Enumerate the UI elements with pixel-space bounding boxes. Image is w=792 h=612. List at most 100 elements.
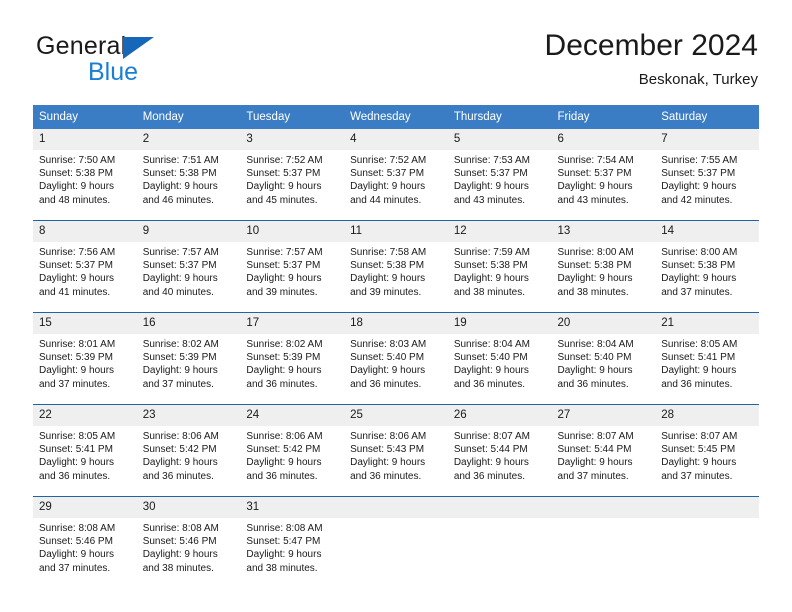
daylight-text-line1: Daylight: 9 hours xyxy=(142,365,218,377)
daylight-text-line1: Daylight: 9 hours xyxy=(142,457,218,469)
sunset-text: Sunset: 5:42 PM xyxy=(142,444,217,456)
day-number[interactable]: 10 xyxy=(240,221,344,242)
day-number[interactable]: 7 xyxy=(655,129,759,150)
daylight-text-line1: Daylight: 9 hours xyxy=(246,181,322,193)
day-number[interactable]: 13 xyxy=(552,221,656,242)
daylight-text-line1: Daylight: 9 hours xyxy=(39,549,115,561)
day-number[interactable]: 5 xyxy=(448,129,552,150)
day-number[interactable]: 27 xyxy=(552,405,656,426)
sunset-text: Sunset: 5:41 PM xyxy=(39,444,113,456)
sunrise-text: Sunrise: 7:58 AM xyxy=(350,247,427,258)
sunrise-text: Sunrise: 8:03 AM xyxy=(350,339,427,350)
daylight-text-line1: Daylight: 9 hours xyxy=(661,181,737,193)
sunset-text: Sunset: 5:37 PM xyxy=(350,168,425,180)
daylight-text-line1: Daylight: 9 hours xyxy=(350,273,426,285)
day-detail: Sunrise: 8:03 AM Sunset: 5:40 PM Dayligh… xyxy=(344,334,448,396)
daylight-text-line2: and 36 minutes. xyxy=(246,470,318,482)
day-number[interactable]: 29 xyxy=(33,497,137,518)
weekday-header-tuesday: Tuesday xyxy=(246,111,291,123)
weekday-header-thursday: Thursday xyxy=(453,111,502,123)
day-number[interactable]: 19 xyxy=(448,313,552,334)
sunset-text: Sunset: 5:39 PM xyxy=(246,352,321,364)
week-detail-band: Sunrise: 8:08 AM Sunset: 5:46 PM Dayligh… xyxy=(33,518,759,580)
day-number[interactable]: 30 xyxy=(137,497,241,518)
week-date-band: 22 23 24 25 26 27 28 xyxy=(33,405,759,426)
daylight-text-line2: and 37 minutes. xyxy=(39,378,111,390)
sunrise-text: Sunrise: 8:01 AM xyxy=(39,339,116,350)
day-number[interactable]: 25 xyxy=(344,405,448,426)
daylight-text-line2: and 36 minutes. xyxy=(350,470,422,482)
daylight-text-line2: and 46 minutes. xyxy=(142,194,214,206)
sunrise-text: Sunrise: 8:06 AM xyxy=(142,431,219,442)
sunset-text: Sunset: 5:46 PM xyxy=(142,536,217,548)
sunrise-text: Sunrise: 8:07 AM xyxy=(661,431,738,442)
day-detail: Sunrise: 7:52 AM Sunset: 5:37 PM Dayligh… xyxy=(240,150,344,212)
daylight-text-line2: and 37 minutes. xyxy=(661,286,733,298)
sunset-text: Sunset: 5:44 PM xyxy=(557,444,632,456)
day-number[interactable]: 26 xyxy=(448,405,552,426)
week-row: 8 9 10 11 12 13 14 Sunrise: 7:56 AM Suns… xyxy=(33,220,759,304)
daylight-text-line2: and 36 minutes. xyxy=(557,378,629,390)
day-number[interactable]: 11 xyxy=(344,221,448,242)
sunset-text: Sunset: 5:37 PM xyxy=(39,260,113,272)
day-number[interactable]: 21 xyxy=(655,313,759,334)
daylight-text-line2: and 36 minutes. xyxy=(350,378,422,390)
day-detail: Sunrise: 8:06 AM Sunset: 5:42 PM Dayligh… xyxy=(240,426,344,488)
daylight-text-line2: and 38 minutes. xyxy=(142,562,214,574)
daylight-text-line1: Daylight: 9 hours xyxy=(142,181,218,193)
day-number[interactable]: 24 xyxy=(240,405,344,426)
weekday-header-monday: Monday xyxy=(142,111,184,123)
day-number[interactable]: 1 xyxy=(33,129,137,150)
daylight-text-line1: Daylight: 9 hours xyxy=(142,549,218,561)
day-detail: Sunrise: 7:54 AM Sunset: 5:37 PM Dayligh… xyxy=(552,150,656,212)
week-date-band: 29 30 31 xyxy=(33,497,759,518)
daylight-text-line2: and 38 minutes. xyxy=(557,286,629,298)
day-number[interactable]: 3 xyxy=(240,129,344,150)
day-number[interactable]: 4 xyxy=(344,129,448,150)
day-number[interactable]: 31 xyxy=(240,497,344,518)
sunset-text: Sunset: 5:40 PM xyxy=(350,352,425,364)
day-number[interactable]: 18 xyxy=(344,313,448,334)
brand-name-blue: Blue xyxy=(88,58,139,86)
weekday-header-sunday: Sunday xyxy=(39,111,79,123)
day-number[interactable]: 12 xyxy=(448,221,552,242)
day-detail: Sunrise: 8:07 AM Sunset: 5:44 PM Dayligh… xyxy=(552,426,656,488)
page-title: December 2024 xyxy=(544,29,758,62)
sunset-text: Sunset: 5:38 PM xyxy=(661,260,736,272)
sunset-text: Sunset: 5:37 PM xyxy=(661,168,736,180)
sunset-text: Sunset: 5:37 PM xyxy=(142,260,217,272)
weekday-header-row: Sunday Monday Tuesday Wednesday Thursday… xyxy=(33,105,759,129)
day-number[interactable]: 14 xyxy=(655,221,759,242)
calendar-grid: Sunday Monday Tuesday Wednesday Thursday… xyxy=(33,105,759,580)
day-number[interactable]: 16 xyxy=(137,313,241,334)
daylight-text-line1: Daylight: 9 hours xyxy=(557,457,633,469)
day-detail: Sunrise: 8:00 AM Sunset: 5:38 PM Dayligh… xyxy=(552,242,656,304)
daylight-text-line2: and 39 minutes. xyxy=(246,286,318,298)
day-number[interactable]: 2 xyxy=(137,129,241,150)
day-number-empty xyxy=(448,497,552,518)
triangle-logo-icon xyxy=(123,37,154,59)
day-number[interactable]: 17 xyxy=(240,313,344,334)
daylight-text-line1: Daylight: 9 hours xyxy=(39,273,115,285)
sunrise-text: Sunrise: 8:08 AM xyxy=(39,523,116,534)
sunrise-text: Sunrise: 8:05 AM xyxy=(39,431,116,442)
day-number[interactable]: 9 xyxy=(137,221,241,242)
day-number[interactable]: 23 xyxy=(137,405,241,426)
sunrise-text: Sunrise: 8:00 AM xyxy=(661,247,738,258)
day-number[interactable]: 15 xyxy=(33,313,137,334)
day-detail: Sunrise: 7:52 AM Sunset: 5:37 PM Dayligh… xyxy=(344,150,448,212)
week-row: 29 30 31 Sunrise: 8:08 AM Sunset: 5:46 P… xyxy=(33,496,759,580)
day-number[interactable]: 8 xyxy=(33,221,137,242)
sunset-text: Sunset: 5:39 PM xyxy=(142,352,217,364)
daylight-text-line2: and 45 minutes. xyxy=(246,194,318,206)
day-number[interactable]: 22 xyxy=(33,405,137,426)
page-subtitle: Beskonak, Turkey xyxy=(638,71,758,88)
sunset-text: Sunset: 5:43 PM xyxy=(350,444,425,456)
day-number[interactable]: 6 xyxy=(552,129,656,150)
week-row: 1 2 3 4 5 6 7 Sunrise: 7:50 AM Sunset: 5… xyxy=(33,129,759,212)
brand-logo[interactable]: General Blue xyxy=(36,32,236,88)
day-number[interactable]: 28 xyxy=(655,405,759,426)
day-detail: Sunrise: 8:08 AM Sunset: 5:47 PM Dayligh… xyxy=(240,518,344,580)
sunset-text: Sunset: 5:39 PM xyxy=(39,352,113,364)
day-number[interactable]: 20 xyxy=(552,313,656,334)
